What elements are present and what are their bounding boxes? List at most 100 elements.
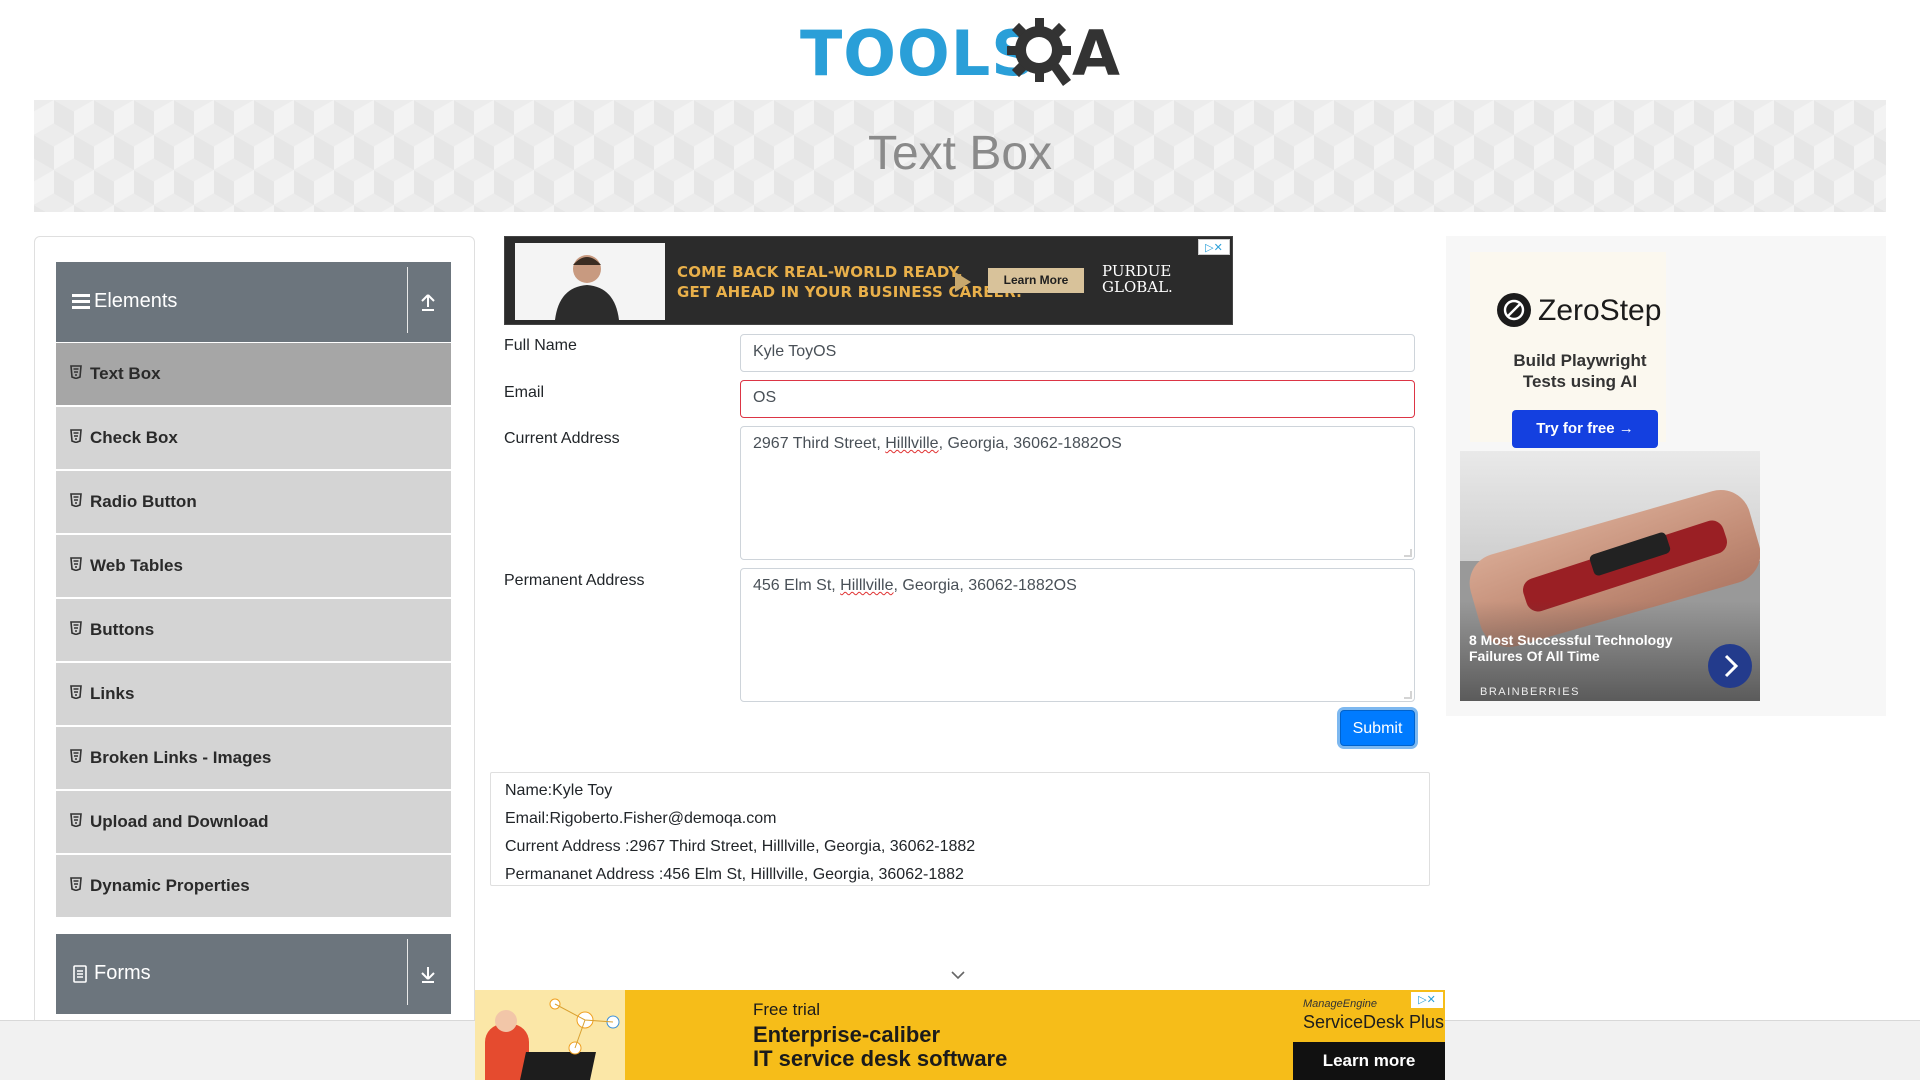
ad-small-text: Free trial (753, 1000, 821, 1019)
promo-title: 8 Most Successful Technology Failures Of… (1469, 632, 1673, 664)
output-email: Email:Rigoberto.Fisher@demoqa.com (505, 810, 777, 827)
html-badge-icon (70, 429, 82, 443)
promo-card[interactable]: 8 Most Successful Technology Failures Of… (1460, 451, 1760, 701)
output-panel: Name:Kyle Toy Email:Rigoberto.Fisher@dem… (490, 772, 1430, 886)
collapse-up-icon[interactable] (419, 292, 437, 312)
gear-icon (1007, 18, 1071, 86)
document-icon (73, 965, 87, 983)
divider (407, 939, 408, 1005)
sidebar-group-forms[interactable]: Forms (56, 934, 451, 1014)
sidebar-item-links[interactable]: Links (56, 663, 451, 725)
full-name-label: Full Name (504, 337, 577, 354)
page-banner: Text Box (34, 100, 1886, 212)
divider (407, 267, 408, 333)
sidebar-item-upload-download[interactable]: Upload and Download (56, 791, 451, 853)
ad-choices-close-icon[interactable]: ▷✕ (1411, 992, 1443, 1008)
zerostep-brand: ZeroStep (1538, 294, 1662, 327)
email-input[interactable]: OS (740, 380, 1415, 418)
ad-banner-top[interactable]: COME BACK REAL-WORLD READY. GET AHEAD IN… (504, 236, 1233, 325)
ad-choices-close-icon[interactable]: ▷✕ (1198, 239, 1230, 255)
sidebar-item-label: Dynamic Properties (90, 876, 250, 895)
ad-banner-bottom[interactable]: Free trial Enterprise-caliber IT service… (475, 990, 1445, 1080)
spellcheck-word: Hilllville (885, 435, 939, 452)
ad-learn-more-button[interactable]: Learn more (1293, 1042, 1445, 1080)
sidebar-item-label: Buttons (90, 620, 155, 639)
ad-headline-1: Enterprise-caliber (753, 1022, 941, 1047)
network-nodes-icon (549, 998, 620, 1055)
sidebar-item-radio-button[interactable]: Radio Button (56, 471, 451, 533)
logo-text: TOOLS (800, 17, 1037, 90)
html-badge-icon (70, 621, 82, 635)
full-name-input[interactable]: Kyle ToyOS (740, 334, 1415, 372)
html-badge-icon (70, 749, 82, 763)
sidebar-group-label: Forms (94, 962, 151, 984)
ad-brand-line: PURDUE (1102, 262, 1172, 280)
person-illustration-icon (555, 255, 619, 320)
current-address-label: Current Address (504, 430, 620, 447)
zerostep-logo-icon (1497, 293, 1531, 327)
zerostep-subtitle-line: Tests using AI (1522, 372, 1638, 391)
submit-button[interactable]: Submit (1340, 710, 1415, 746)
textarea-text: , Georgia, 36062-1882OS (938, 435, 1122, 452)
permanent-address-label: Permanent Address (504, 572, 645, 589)
permanent-address-textarea[interactable]: 456 Elm St, Hilllville, Georgia, 36062-1… (740, 568, 1415, 702)
sidebar-group-label: Elements (94, 290, 178, 312)
resize-handle[interactable] (1404, 691, 1412, 699)
next-arrow-button[interactable] (1708, 644, 1752, 688)
zerostep-subtitle: Build Playwright Tests using AI (1470, 350, 1690, 392)
html-badge-icon (70, 557, 82, 571)
sidebar-item-check-box[interactable]: Check Box (56, 407, 451, 469)
email-label: Email (504, 384, 545, 401)
ad-sidebar-right[interactable]: ZeroStep Build Playwright Tests using AI… (1446, 236, 1886, 716)
sidebar-item-label: Check Box (90, 428, 178, 447)
html-badge-icon (70, 493, 82, 507)
logo-text-end: A (1072, 17, 1120, 90)
sidebar-item-broken-links[interactable]: Broken Links - Images (56, 727, 451, 789)
ad-illustration (475, 990, 625, 1080)
ad-brand: PURDUE GLOBAL. (1102, 263, 1173, 295)
ad-brand-line: GLOBAL. (1102, 278, 1173, 296)
hamburger-icon (72, 294, 90, 309)
sidebar-item-text-box[interactable]: Text Box (56, 343, 451, 405)
sidebar-item-dynamic-properties[interactable]: Dynamic Properties (56, 855, 451, 917)
expand-down-icon[interactable] (419, 964, 437, 984)
ad-brand: ServiceDesk Plus (1303, 1012, 1445, 1032)
current-address-textarea[interactable]: 2967 Third Street, Hilllville, Georgia, … (740, 426, 1415, 560)
ad-headline-2: IT service desk software (753, 1046, 1008, 1071)
zerostep-subtitle-line: Build Playwright (1513, 351, 1647, 370)
page-title: Text Box (867, 127, 1053, 180)
chevron-down-icon[interactable] (950, 970, 966, 980)
resize-handle[interactable] (1404, 549, 1412, 557)
sidebar-item-label: Text Box (90, 364, 161, 383)
sidebar-item-buttons[interactable]: Buttons (56, 599, 451, 661)
output-name: Name:Kyle Toy (505, 782, 613, 799)
sidebar-item-web-tables[interactable]: Web Tables (56, 535, 451, 597)
sidebar-group-elements[interactable]: Elements (56, 262, 451, 342)
textarea-text: , Georgia, 36062-1882OS (893, 577, 1077, 594)
html-badge-icon (70, 877, 82, 891)
sidebar-item-label: Broken Links - Images (90, 748, 272, 767)
ad-brand-small: ManageEngine (1303, 998, 1378, 1010)
sidebar-item-label: Upload and Download (90, 812, 269, 831)
toolsqa-logo[interactable]: TOOLS A (800, 14, 1125, 92)
ad-person-photo (515, 243, 665, 320)
play-icon (955, 272, 971, 292)
sidebar-item-label: Links (90, 684, 135, 703)
sidebar: Elements Text Box Check Box Radio Button… (34, 236, 475, 1080)
person-head-icon (495, 1010, 517, 1032)
html-badge-icon (70, 365, 82, 379)
try-for-free-button[interactable]: Try for free → (1512, 410, 1658, 448)
output-current-address: Current Address :2967 Third Street, Hill… (505, 838, 976, 855)
sidebar-item-label: Web Tables (90, 556, 183, 575)
textarea-text: 2967 Third Street, (753, 435, 886, 452)
spellcheck-word: Hilllville (840, 577, 894, 594)
html-badge-icon (70, 813, 82, 827)
sidebar-item-label: Radio Button (90, 492, 197, 511)
html-badge-icon (70, 685, 82, 699)
promo-brand: BRAINBERRIES (1480, 686, 1580, 698)
ad-learn-more-button[interactable]: Learn More (988, 268, 1084, 293)
ad-headline-1: COME BACK REAL-WORLD READY. (677, 263, 963, 281)
chevron-right-icon (1724, 654, 1739, 678)
zerostep-ad[interactable]: ZeroStep Build Playwright Tests using AI… (1470, 252, 1666, 448)
output-permanent-address: Permananet Address :456 Elm St, Hilllvil… (505, 866, 964, 883)
